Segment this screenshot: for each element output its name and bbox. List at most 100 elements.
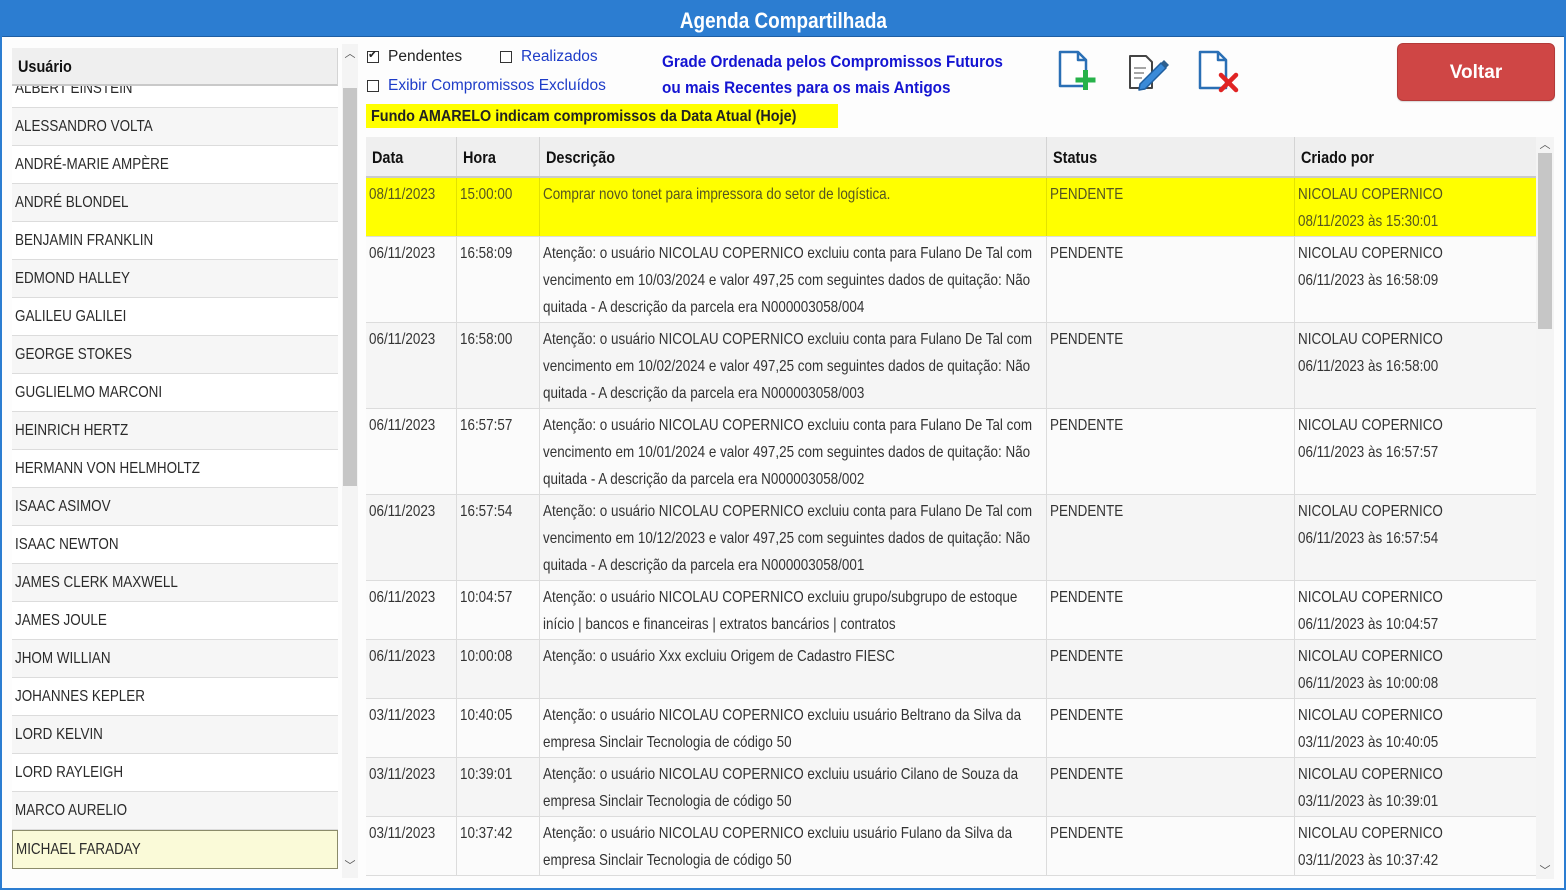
user-list-item[interactable]: ANDRÉ-MARIE AMPÈRE bbox=[12, 146, 338, 184]
user-list-item[interactable]: MICHAEL FARADAY bbox=[12, 830, 338, 869]
cell-status-text: PENDENTE bbox=[1050, 707, 1124, 724]
delete-appointment-button[interactable] bbox=[1196, 48, 1244, 96]
cell-data: 06/11/2023 bbox=[366, 495, 457, 580]
table-row[interactable]: 08/11/2023 15:00:00 Comprar novo tonet par… bbox=[366, 178, 1536, 237]
grid-rows: 08/11/2023 15:00:00 Comprar novo tonet par… bbox=[366, 178, 1536, 876]
filter-excluidos-label: Exibir Compromissos Excluídos bbox=[388, 77, 606, 94]
user-list-item-label: EDMOND HALLEY bbox=[15, 270, 131, 287]
user-list-item-label: ISAAC ASIMOV bbox=[15, 498, 111, 515]
table-row[interactable]: 06/11/2023 10:04:57 Atenção: o usuário NIC… bbox=[366, 581, 1536, 640]
cell-status: PENDENTE bbox=[1047, 699, 1295, 757]
cell-hora: 16:57:54 bbox=[457, 495, 540, 580]
cell-criado-por-datetime: 03/11/2023 às 10:37:42 bbox=[1298, 852, 1439, 869]
add-appointment-button[interactable] bbox=[1052, 48, 1100, 96]
user-list-scrollbar[interactable]: ︿ ﹀ bbox=[342, 44, 358, 878]
table-row[interactable]: 03/11/2023 10:40:05 Atenção: o usuário NIC… bbox=[366, 699, 1536, 758]
cell-hora-text: 10:40:05 bbox=[460, 707, 513, 724]
column-header-descricao[interactable]: Descrição bbox=[540, 137, 1047, 176]
user-list-item[interactable]: JAMES JOULE bbox=[12, 602, 338, 640]
cell-criado-por-user: NICOLAU COPERNICO bbox=[1298, 417, 1443, 434]
cell-status: PENDENTE bbox=[1047, 817, 1295, 875]
column-header-criado-por[interactable]: Criado por bbox=[1295, 137, 1536, 176]
user-list-item[interactable]: JOHANNES KEPLER bbox=[12, 678, 338, 716]
column-header-data[interactable]: Data bbox=[366, 137, 457, 176]
user-column-header-label: Usuário bbox=[18, 57, 72, 76]
user-list-item[interactable]: EDMOND HALLEY bbox=[12, 260, 338, 298]
filter-realizados-checkbox[interactable]: Realizados bbox=[500, 48, 598, 66]
cell-status-text: PENDENTE bbox=[1050, 245, 1124, 262]
filter-excluidos-checkbox[interactable]: Exibir Compromissos Excluídos bbox=[367, 77, 606, 95]
cell-status: PENDENTE bbox=[1047, 758, 1295, 816]
user-list-item[interactable]: JAMES CLERK MAXWELL bbox=[12, 564, 338, 602]
user-list-item[interactable]: LORD RAYLEIGH bbox=[12, 754, 338, 792]
cell-criado-por-datetime: 03/11/2023 às 10:40:05 bbox=[1298, 734, 1439, 751]
user-list-item[interactable]: LORD KELVIN bbox=[12, 716, 338, 754]
scroll-down-arrow-icon[interactable]: ﹀ bbox=[342, 858, 358, 874]
checkbox-unchecked-icon[interactable] bbox=[500, 51, 512, 63]
cell-hora: 15:00:00 bbox=[457, 178, 540, 236]
cell-hora-text: 16:58:00 bbox=[460, 331, 513, 348]
cell-criado-por-user: NICOLAU COPERNICO bbox=[1298, 245, 1443, 262]
user-list-item[interactable]: HEINRICH HERTZ bbox=[12, 412, 338, 450]
cell-status-text: PENDENTE bbox=[1050, 186, 1124, 203]
cell-criado-por: NICOLAU COPERNICO 06/11/2023 às 10:00:08 bbox=[1295, 640, 1536, 698]
cell-status: PENDENTE bbox=[1047, 237, 1295, 322]
cell-criado-por-user: NICOLAU COPERNICO bbox=[1298, 331, 1443, 348]
user-list-item[interactable]: ANDRÉ BLONDEL bbox=[12, 184, 338, 222]
table-row[interactable]: 06/11/2023 16:57:57 Atenção: o usuário NIC… bbox=[366, 409, 1536, 495]
user-list-item[interactable]: GALILEU GALILEI bbox=[12, 298, 338, 336]
cell-data: 06/11/2023 bbox=[366, 640, 457, 698]
user-list-item[interactable]: GUGLIELMO MARCONI bbox=[12, 374, 338, 412]
cell-data-text: 03/11/2023 bbox=[369, 825, 436, 842]
cell-status: PENDENTE bbox=[1047, 581, 1295, 639]
user-list-item-label: JAMES CLERK MAXWELL bbox=[15, 574, 178, 591]
cell-data: 03/11/2023 bbox=[366, 758, 457, 816]
cell-data: 06/11/2023 bbox=[366, 581, 457, 639]
user-list-item[interactable]: ALESSANDRO VOLTA bbox=[12, 108, 338, 146]
checkbox-checked-icon[interactable] bbox=[367, 48, 379, 63]
cell-data-text: 06/11/2023 bbox=[369, 331, 436, 348]
user-list-item[interactable]: JHOM WILLIAN bbox=[12, 640, 338, 678]
user-list-item-label: BENJAMIN FRANKLIN bbox=[15, 232, 154, 249]
scroll-down-arrow-icon[interactable]: ﹀ bbox=[1537, 863, 1553, 879]
table-row[interactable]: 06/11/2023 16:58:00 Atenção: o usuário NIC… bbox=[366, 323, 1536, 409]
user-list-item[interactable]: BENJAMIN FRANKLIN bbox=[12, 222, 338, 260]
scroll-up-arrow-icon[interactable]: ︿ bbox=[1537, 137, 1553, 153]
cell-descricao-text: Atenção: o usuário Xxx excluiu Origem de… bbox=[543, 648, 895, 665]
cell-status-text: PENDENTE bbox=[1050, 417, 1124, 434]
user-list-item[interactable]: HERMANN VON HELMHOLTZ bbox=[12, 450, 338, 488]
user-list-item[interactable]: GEORGE STOKES bbox=[12, 336, 338, 374]
grid-scroll-thumb[interactable] bbox=[1538, 153, 1552, 329]
table-row[interactable]: 06/11/2023 16:58:09 Atenção: o usuário NIC… bbox=[366, 237, 1536, 323]
table-row[interactable]: 06/11/2023 10:00:08 Atenção: o usuário Xxx… bbox=[366, 640, 1536, 699]
edit-appointment-button[interactable] bbox=[1124, 48, 1172, 96]
cell-criado-por: NICOLAU COPERNICO 06/11/2023 às 16:58:09 bbox=[1295, 237, 1536, 322]
user-list-item[interactable]: ISAAC ASIMOV bbox=[12, 488, 338, 526]
user-column-header[interactable]: Usuário bbox=[12, 48, 338, 86]
edit-document-icon bbox=[1129, 55, 1169, 91]
user-list-item[interactable]: ALBERT EINSTEIN bbox=[12, 86, 338, 108]
cell-criado-por-user: NICOLAU COPERNICO bbox=[1298, 589, 1443, 606]
filter-pendentes-checkbox[interactable]: Pendentes bbox=[367, 48, 462, 66]
user-list-scroll-thumb[interactable] bbox=[343, 88, 357, 486]
user-list-item[interactable]: ISAAC NEWTON bbox=[12, 526, 338, 564]
table-row[interactable]: 03/11/2023 10:37:42 Atenção: o usuário NIC… bbox=[366, 817, 1536, 876]
cell-hora: 10:40:05 bbox=[457, 699, 540, 757]
user-panel: Usuário ALBERT EINSTEIN ALESSANDRO VOLTA A… bbox=[10, 44, 358, 878]
cell-data-text: 06/11/2023 bbox=[369, 589, 436, 606]
cell-hora-text: 10:00:08 bbox=[460, 648, 513, 665]
column-header-status[interactable]: Status bbox=[1047, 137, 1295, 176]
table-row[interactable]: 03/11/2023 10:39:01 Atenção: o usuário NIC… bbox=[366, 758, 1536, 817]
cell-status-text: PENDENTE bbox=[1050, 589, 1124, 606]
voltar-button[interactable]: Voltar bbox=[1397, 43, 1555, 101]
user-list-item[interactable]: MARCO AURELIO bbox=[12, 792, 338, 830]
cell-hora: 16:58:00 bbox=[457, 323, 540, 408]
column-header-hora[interactable]: Hora bbox=[457, 137, 540, 176]
grid-scrollbar[interactable]: ︿ ﹀ bbox=[1536, 137, 1554, 879]
cell-descricao-text: Atenção: o usuário NICOLAU COPERNICO exc… bbox=[543, 766, 1019, 810]
table-row[interactable]: 06/11/2023 16:57:54 Atenção: o usuário NIC… bbox=[366, 495, 1536, 581]
cell-hora-text: 10:39:01 bbox=[460, 766, 513, 783]
user-list[interactable]: ALBERT EINSTEIN ALESSANDRO VOLTA ANDRÉ-MAR… bbox=[12, 86, 338, 870]
scroll-up-arrow-icon[interactable]: ︿ bbox=[342, 46, 358, 62]
checkbox-unchecked-icon[interactable] bbox=[367, 80, 379, 92]
